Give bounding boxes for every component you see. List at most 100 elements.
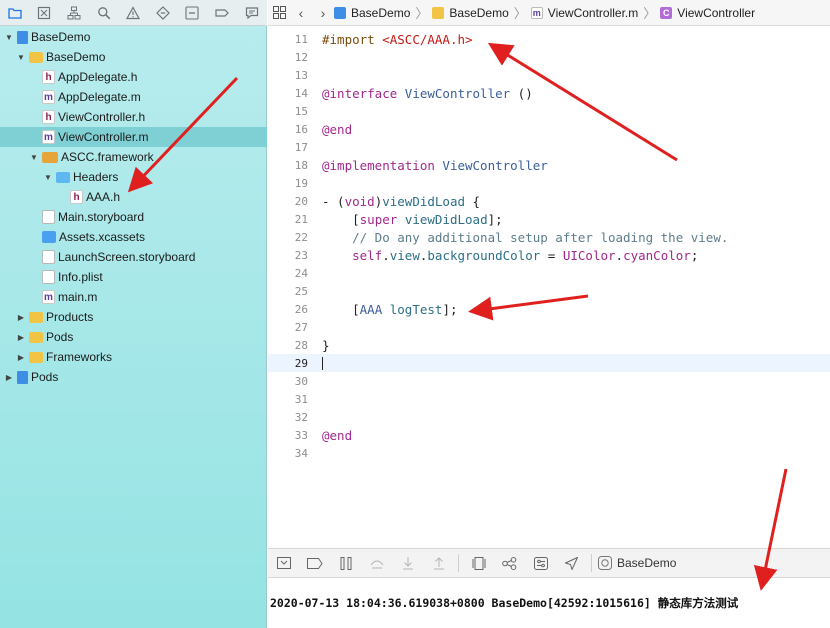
app-target-icon: [598, 556, 612, 570]
code-line[interactable]: 33 @end: [268, 426, 830, 444]
breadcrumb-label: BaseDemo: [449, 5, 509, 20]
tree-row-group[interactable]: ▶ Pods: [0, 327, 267, 347]
environment-overrides-icon[interactable]: [525, 549, 556, 577]
step-into-icon[interactable]: [392, 549, 423, 577]
code-line[interactable]: 31: [268, 390, 830, 408]
code-line[interactable]: 14 @interface ViewController (): [268, 84, 830, 102]
code-line[interactable]: 34: [268, 444, 830, 462]
source-editor[interactable]: 11 #import <ASCC/AAA.h> 12 13 14 @interf…: [268, 26, 830, 548]
tree-row-group[interactable]: ▼ BaseDemo: [0, 47, 267, 67]
source-control-icon[interactable]: [30, 0, 60, 26]
debug-console[interactable]: 2020-07-13 18:04:36.619038+0800 BaseDemo…: [268, 579, 830, 628]
code-line[interactable]: 22 // Do any additional setup after load…: [268, 228, 830, 246]
tree-row-label: Pods: [46, 330, 74, 344]
tree-row-file[interactable]: Assets.xcassets: [0, 227, 267, 247]
step-out-icon[interactable]: [423, 549, 454, 577]
breadcrumb-symbol[interactable]: C ViewController: [660, 6, 755, 20]
line-number: 11: [294, 32, 308, 46]
line-number: 17: [294, 140, 308, 154]
code-line-current[interactable]: 29: [268, 354, 830, 372]
breadcrumb-group[interactable]: BaseDemo 〉: [432, 3, 527, 22]
tag-icon[interactable]: [178, 0, 208, 26]
code-line[interactable]: 32: [268, 408, 830, 426]
report-icon[interactable]: [237, 0, 267, 26]
code-line[interactable]: 26 [AAA logTest];: [268, 300, 830, 318]
code-text: @end: [322, 427, 353, 443]
code-text: @implementation ViewController: [322, 157, 548, 173]
view-debugger-icon[interactable]: [463, 549, 494, 577]
code-text: @end: [322, 121, 353, 137]
disclosure-closed-icon[interactable]: ▶: [16, 352, 26, 362]
search-icon[interactable]: [89, 0, 119, 26]
console-output: 2020-07-13 18:04:36.619038+0800 BaseDemo…: [270, 596, 739, 610]
tree-row-file[interactable]: h AppDelegate.h: [0, 67, 267, 87]
code-line[interactable]: 20 - (void)viewDidLoad {: [268, 192, 830, 210]
breadcrumb-separator-icon: 〉: [513, 6, 527, 21]
folder-icon: [432, 6, 445, 19]
tree-row-file[interactable]: h ViewController.h: [0, 107, 267, 127]
code-line[interactable]: 28 }: [268, 336, 830, 354]
tree-row-file[interactable]: Main.storyboard: [0, 207, 267, 227]
line-number: 22: [294, 230, 308, 244]
disclosure-open-icon[interactable]: ▼: [4, 32, 14, 42]
disclosure-closed-icon[interactable]: ▶: [16, 332, 26, 342]
hierarchy-icon[interactable]: [59, 0, 89, 26]
pause-icon[interactable]: [330, 549, 361, 577]
tree-row-label: Pods: [31, 370, 59, 384]
breakpoint-icon[interactable]: [207, 0, 237, 26]
tree-row-file[interactable]: LaunchScreen.storyboard: [0, 247, 267, 267]
step-over-icon[interactable]: [361, 549, 392, 577]
tree-row-label: AAA.h: [86, 190, 121, 204]
back-chevron-icon[interactable]: ‹: [290, 0, 312, 26]
tree-row-group[interactable]: ▼ Headers: [0, 167, 267, 187]
code-line[interactable]: 21 [super viewDidLoad];: [268, 210, 830, 228]
breadcrumb-file[interactable]: m ViewController.m 〉: [530, 3, 656, 22]
simulate-location-icon[interactable]: [556, 549, 587, 577]
breakpoints-toggle-icon[interactable]: [299, 549, 330, 577]
disclosure-closed-icon[interactable]: ▶: [4, 372, 14, 382]
tree-row-file[interactable]: m main.m: [0, 287, 267, 307]
code-line[interactable]: 30: [268, 372, 830, 390]
tree-row-file-selected[interactable]: m ViewController.m: [0, 127, 267, 147]
tree-row-group[interactable]: ▶ Frameworks: [0, 347, 267, 367]
breadcrumb-label: BaseDemo: [351, 5, 411, 20]
tree-row-file[interactable]: h AAA.h: [0, 187, 267, 207]
code-line[interactable]: 27: [268, 318, 830, 336]
disclosure-closed-icon[interactable]: ▶: [16, 312, 26, 322]
forward-chevron-icon[interactable]: ›: [312, 0, 334, 26]
tree-row-label: Main.storyboard: [58, 210, 145, 224]
debug-target[interactable]: BaseDemo: [598, 556, 676, 570]
memory-graph-icon[interactable]: [494, 549, 525, 577]
warning-icon[interactable]: [118, 0, 148, 26]
tree-row-label: Assets.xcassets: [59, 230, 146, 244]
code-line[interactable]: 24: [268, 264, 830, 282]
disclosure-open-icon[interactable]: ▼: [29, 152, 39, 162]
tree-row-label: LaunchScreen.storyboard: [58, 250, 196, 264]
line-number: 23: [294, 248, 308, 262]
breadcrumb-project[interactable]: BaseDemo 〉: [334, 3, 428, 22]
tree-row-project[interactable]: ▶ Pods: [0, 367, 267, 387]
code-line[interactable]: 18 @implementation ViewController: [268, 156, 830, 174]
tree-row-framework[interactable]: ▼ ASCC.framework: [0, 147, 267, 167]
test-diamond-icon[interactable]: [148, 0, 178, 26]
tree-row-project[interactable]: ▼ BaseDemo: [0, 27, 267, 47]
code-line[interactable]: 11 #import <ASCC/AAA.h>: [268, 30, 830, 48]
disclosure-open-icon[interactable]: ▼: [16, 52, 26, 62]
code-line[interactable]: 23 self.view.backgroundColor = UIColor.c…: [268, 246, 830, 264]
code-line[interactable]: 12: [268, 48, 830, 66]
folder-icon[interactable]: [0, 0, 30, 26]
code-line[interactable]: 15: [268, 102, 830, 120]
project-icon: [17, 370, 28, 384]
code-line[interactable]: 16 @end: [268, 120, 830, 138]
tree-row-group[interactable]: ▶ Products: [0, 307, 267, 327]
code-line[interactable]: 17: [268, 138, 830, 156]
code-line[interactable]: 13: [268, 66, 830, 84]
jump-bar: ‹ › BaseDemo 〉 BaseDemo 〉 m ViewControll…: [268, 0, 830, 26]
tree-row-file[interactable]: m AppDelegate.m: [0, 87, 267, 107]
code-line[interactable]: 19: [268, 174, 830, 192]
related-items-grid-icon[interactable]: [268, 0, 290, 26]
code-line[interactable]: 25: [268, 282, 830, 300]
hide-debug-area-icon[interactable]: [268, 549, 299, 577]
disclosure-open-icon[interactable]: ▼: [43, 172, 53, 182]
tree-row-file[interactable]: Info.plist: [0, 267, 267, 287]
